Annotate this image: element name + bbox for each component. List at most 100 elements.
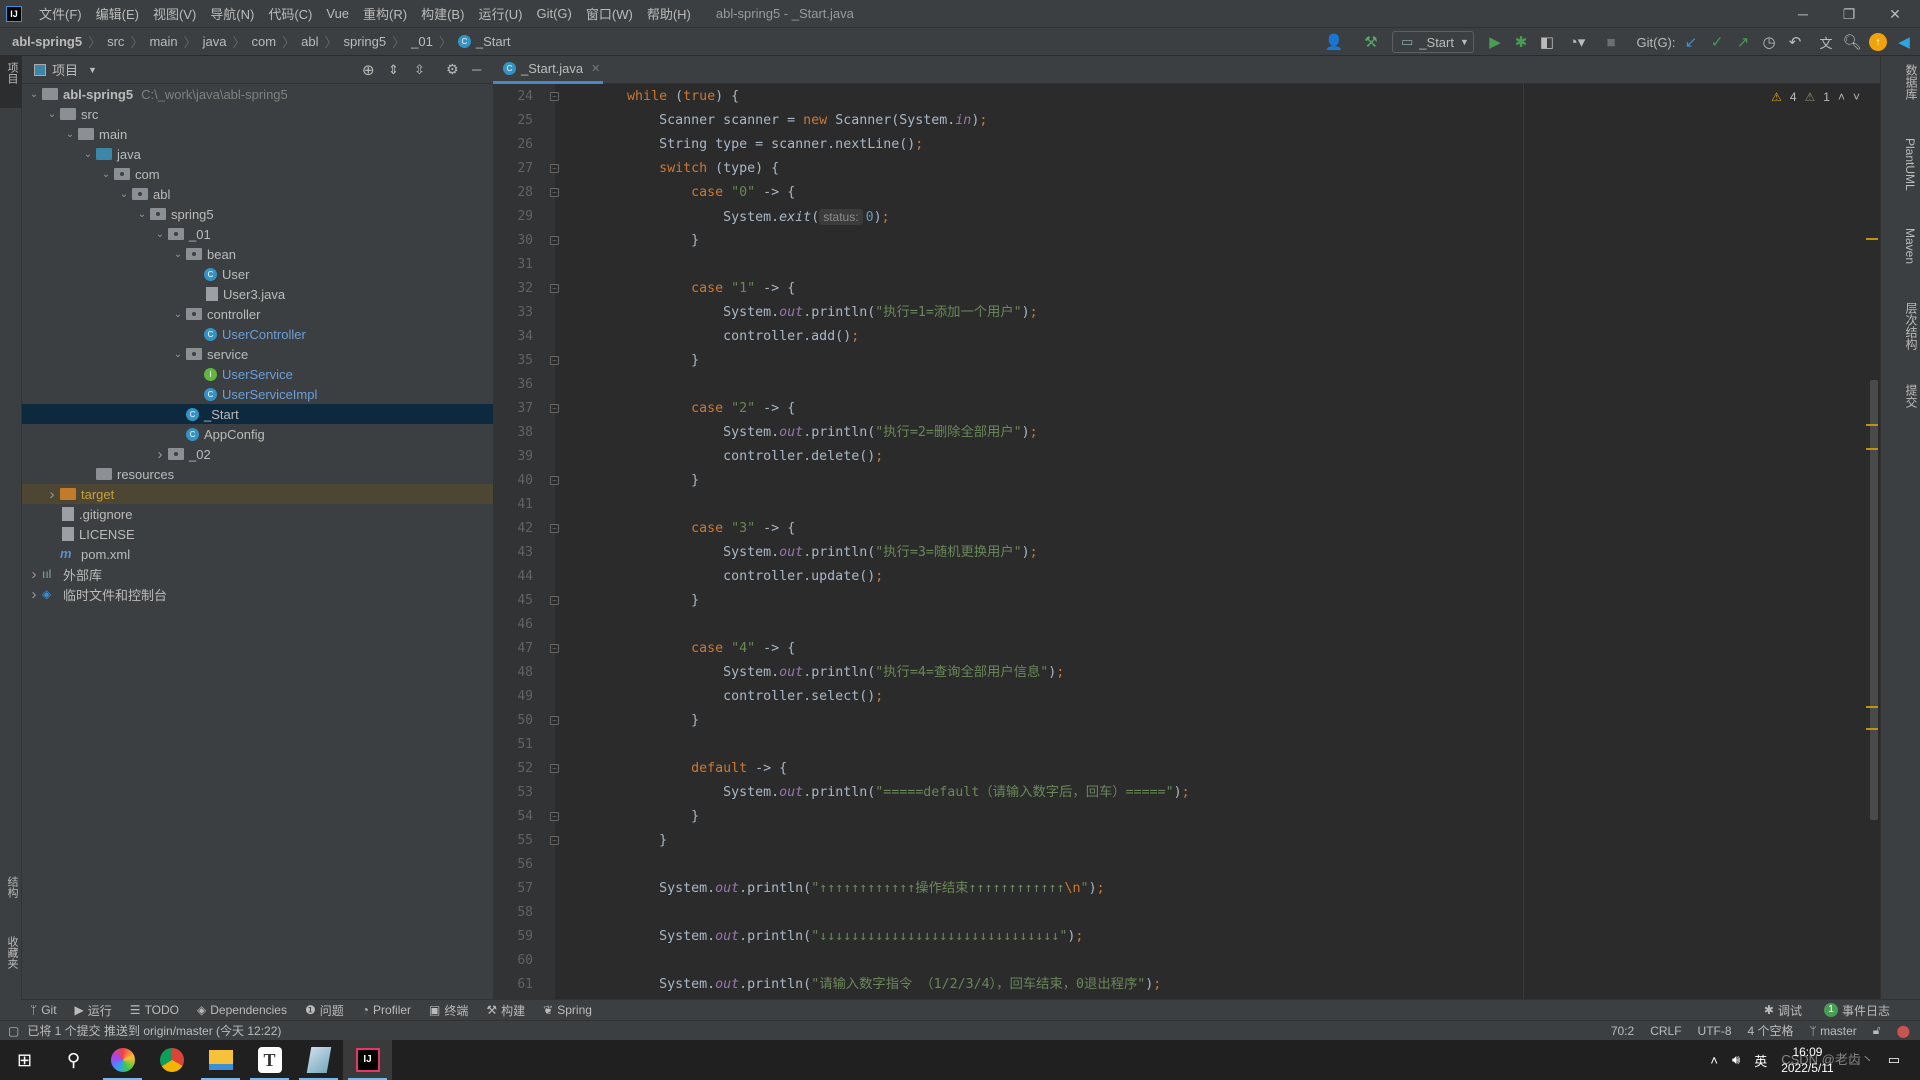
tree-item[interactable]: m pom.xml — [22, 544, 493, 564]
tree-item[interactable]: ⌄ main — [22, 124, 493, 144]
coverage-icon[interactable]: ◧ — [1536, 31, 1558, 53]
update-arrow-icon[interactable]: ↑ — [1869, 33, 1887, 51]
menu-refactor[interactable]: 重构(R) — [356, 4, 414, 23]
tree-item[interactable]: › _02 — [22, 444, 493, 464]
tree-item[interactable]: resources — [22, 464, 493, 484]
menu-vue[interactable]: Vue — [319, 6, 356, 21]
fold-marker-icon[interactable]: − — [550, 284, 559, 293]
run-config-dropdown[interactable]: ▭ _Start ▼ — [1392, 31, 1474, 53]
expand-all-icon[interactable]: ⇕ — [388, 62, 399, 78]
tree-item[interactable]: C User — [22, 264, 493, 284]
collapse-all-icon[interactable]: ⇳ — [414, 62, 425, 78]
menu-file[interactable]: 文件(F) — [32, 4, 89, 23]
tree-item[interactable]: ⌄ abl-spring5 C:\_work\java\abl-spring5 — [22, 84, 493, 104]
intellij-taskbar-icon[interactable]: IJ — [343, 1040, 392, 1080]
menu-code[interactable]: 代码(C) — [261, 4, 319, 23]
fold-marker-icon[interactable]: − — [550, 476, 559, 485]
tree-item[interactable]: ⌄ src — [22, 104, 493, 124]
error-icon[interactable]: ⬤ — [1897, 1024, 1910, 1038]
file-encoding[interactable]: UTF-8 — [1698, 1024, 1732, 1038]
error-stripe-mark[interactable] — [1866, 728, 1878, 730]
project-tool-button[interactable]: 项目 — [0, 56, 22, 108]
tree-item[interactable]: › ııl 外部库 — [22, 564, 493, 584]
chevron-down-icon[interactable]: ⌄ — [98, 169, 114, 180]
hierarchy-tool-label[interactable]: 层次结构 — [1903, 302, 1920, 350]
indent-setting[interactable]: 4 个空格 — [1748, 1022, 1794, 1039]
hide-panel-icon[interactable]: ─ — [472, 62, 481, 77]
tree-item[interactable]: User3.java — [22, 284, 493, 304]
tab-terminal[interactable]: ▣ 终端 — [429, 1002, 468, 1019]
user-icon[interactable]: 👤 — [1320, 31, 1348, 53]
menu-edit[interactable]: 编辑(E) — [89, 4, 146, 23]
plugin-logo-icon[interactable]: ◀ — [1895, 31, 1913, 53]
crumb-com[interactable]: com — [252, 34, 277, 49]
chevron-right-icon[interactable]: › — [26, 586, 42, 603]
chevron-down-icon[interactable]: ⌄ — [62, 129, 78, 140]
locate-target-icon[interactable]: ⊕ — [362, 61, 375, 79]
fold-marker-icon[interactable]: − — [550, 92, 559, 101]
fold-marker-icon[interactable]: − — [550, 836, 559, 845]
search-icon[interactable]: 🔍︎ — [1841, 31, 1863, 53]
error-stripe-mark[interactable] — [1866, 424, 1878, 426]
code-editor[interactable]: 24 25 26 27 28 29 30 31 32 33 34 35 36 37 38 39 40 41 42 43… — [493, 84, 1880, 999]
translate-icon[interactable]: 文 — [1815, 31, 1837, 53]
tree-item[interactable]: C AppConfig — [22, 424, 493, 444]
chevron-down-icon[interactable]: ⌄ — [44, 109, 60, 120]
tree-item[interactable]: LICENSE — [22, 524, 493, 544]
file-explorer-icon[interactable] — [196, 1040, 245, 1080]
chevron-right-icon[interactable]: › — [152, 446, 168, 463]
crumb-abl[interactable]: abl — [301, 34, 318, 49]
tree-item[interactable]: ⌄ controller — [22, 304, 493, 324]
favorites-tool-label[interactable]: 收藏夹 — [4, 936, 20, 969]
stop-icon[interactable]: ■ — [1600, 31, 1622, 53]
error-stripe-mark[interactable] — [1866, 706, 1878, 708]
run-icon[interactable]: ▶ — [1484, 31, 1506, 53]
chevron-up-icon[interactable]: ˄ — [1838, 90, 1845, 104]
lock-icon[interactable]: 🔓︎ — [1873, 1023, 1881, 1038]
fold-marker-icon[interactable]: − — [550, 524, 559, 533]
chevron-down-icon[interactable]: ⌄ — [26, 89, 42, 100]
chevron-down-icon[interactable]: ˅ — [1853, 90, 1860, 104]
plantuml-tool-label[interactable]: PlantUML — [1903, 138, 1917, 191]
ime-indicator[interactable]: 英 — [1754, 1051, 1767, 1070]
tree-item[interactable]: C UserController — [22, 324, 493, 344]
chevron-down-icon[interactable]: ⌄ — [134, 209, 150, 220]
tree-item[interactable]: ⌄ spring5 — [22, 204, 493, 224]
tree-item[interactable]: C _Start — [22, 404, 493, 424]
chevron-up-icon[interactable]: ˄ — [1710, 1053, 1718, 1068]
tree-item[interactable]: ⌄ com — [22, 164, 493, 184]
chevron-down-icon[interactable]: ⌄ — [170, 349, 186, 360]
tree-item[interactable]: .gitignore — [22, 504, 493, 524]
project-panel-title[interactable]: 项目 — [52, 60, 78, 79]
menu-git[interactable]: Git(G) — [529, 6, 578, 21]
close-tab-icon[interactable]: ✕ — [591, 62, 600, 75]
tree-item[interactable]: ⌄ bean — [22, 244, 493, 264]
typora-icon[interactable]: T — [245, 1040, 294, 1080]
tab-problems[interactable]: ❶ 问题 — [305, 1002, 344, 1019]
menu-run[interactable]: 运行(U) — [471, 4, 529, 23]
fold-marker-icon[interactable]: − — [550, 716, 559, 725]
crumb-start[interactable]: _Start — [476, 34, 511, 49]
gear-icon[interactable]: ⚙ — [446, 61, 459, 78]
git-push-icon[interactable]: ↗ — [1732, 31, 1754, 53]
fold-marker-icon[interactable]: − — [550, 236, 559, 245]
crumb-spring5[interactable]: spring5 — [343, 34, 386, 49]
notepad-icon[interactable] — [294, 1040, 343, 1080]
line-separator[interactable]: CRLF — [1650, 1024, 1681, 1038]
menu-window[interactable]: 窗口(W) — [579, 4, 640, 23]
menu-build[interactable]: 构建(B) — [414, 4, 471, 23]
close-button[interactable]: ✕ — [1872, 0, 1918, 28]
fold-marker-icon[interactable]: − — [550, 644, 559, 653]
crumb-main[interactable]: main — [149, 34, 177, 49]
tab-event-log[interactable]: 1 事件日志 — [1823, 1002, 1890, 1019]
status-toggle-icon[interactable]: ▢ — [8, 1024, 19, 1038]
rollback-icon[interactable]: ↶ — [1784, 31, 1806, 53]
caret-position[interactable]: 70:2 — [1611, 1024, 1634, 1038]
tab-dependencies[interactable]: ◈ Dependencies — [197, 1003, 287, 1017]
fold-marker-icon[interactable]: − — [550, 812, 559, 821]
profile-icon[interactable]: ◔▾ — [1562, 31, 1592, 53]
chevron-right-icon[interactable]: › — [26, 566, 42, 583]
windows-start-icon[interactable]: ⊞ — [0, 1040, 49, 1080]
volume-icon[interactable]: 🔊︎ — [1732, 1052, 1740, 1068]
menu-navigate[interactable]: 导航(N) — [203, 4, 261, 23]
